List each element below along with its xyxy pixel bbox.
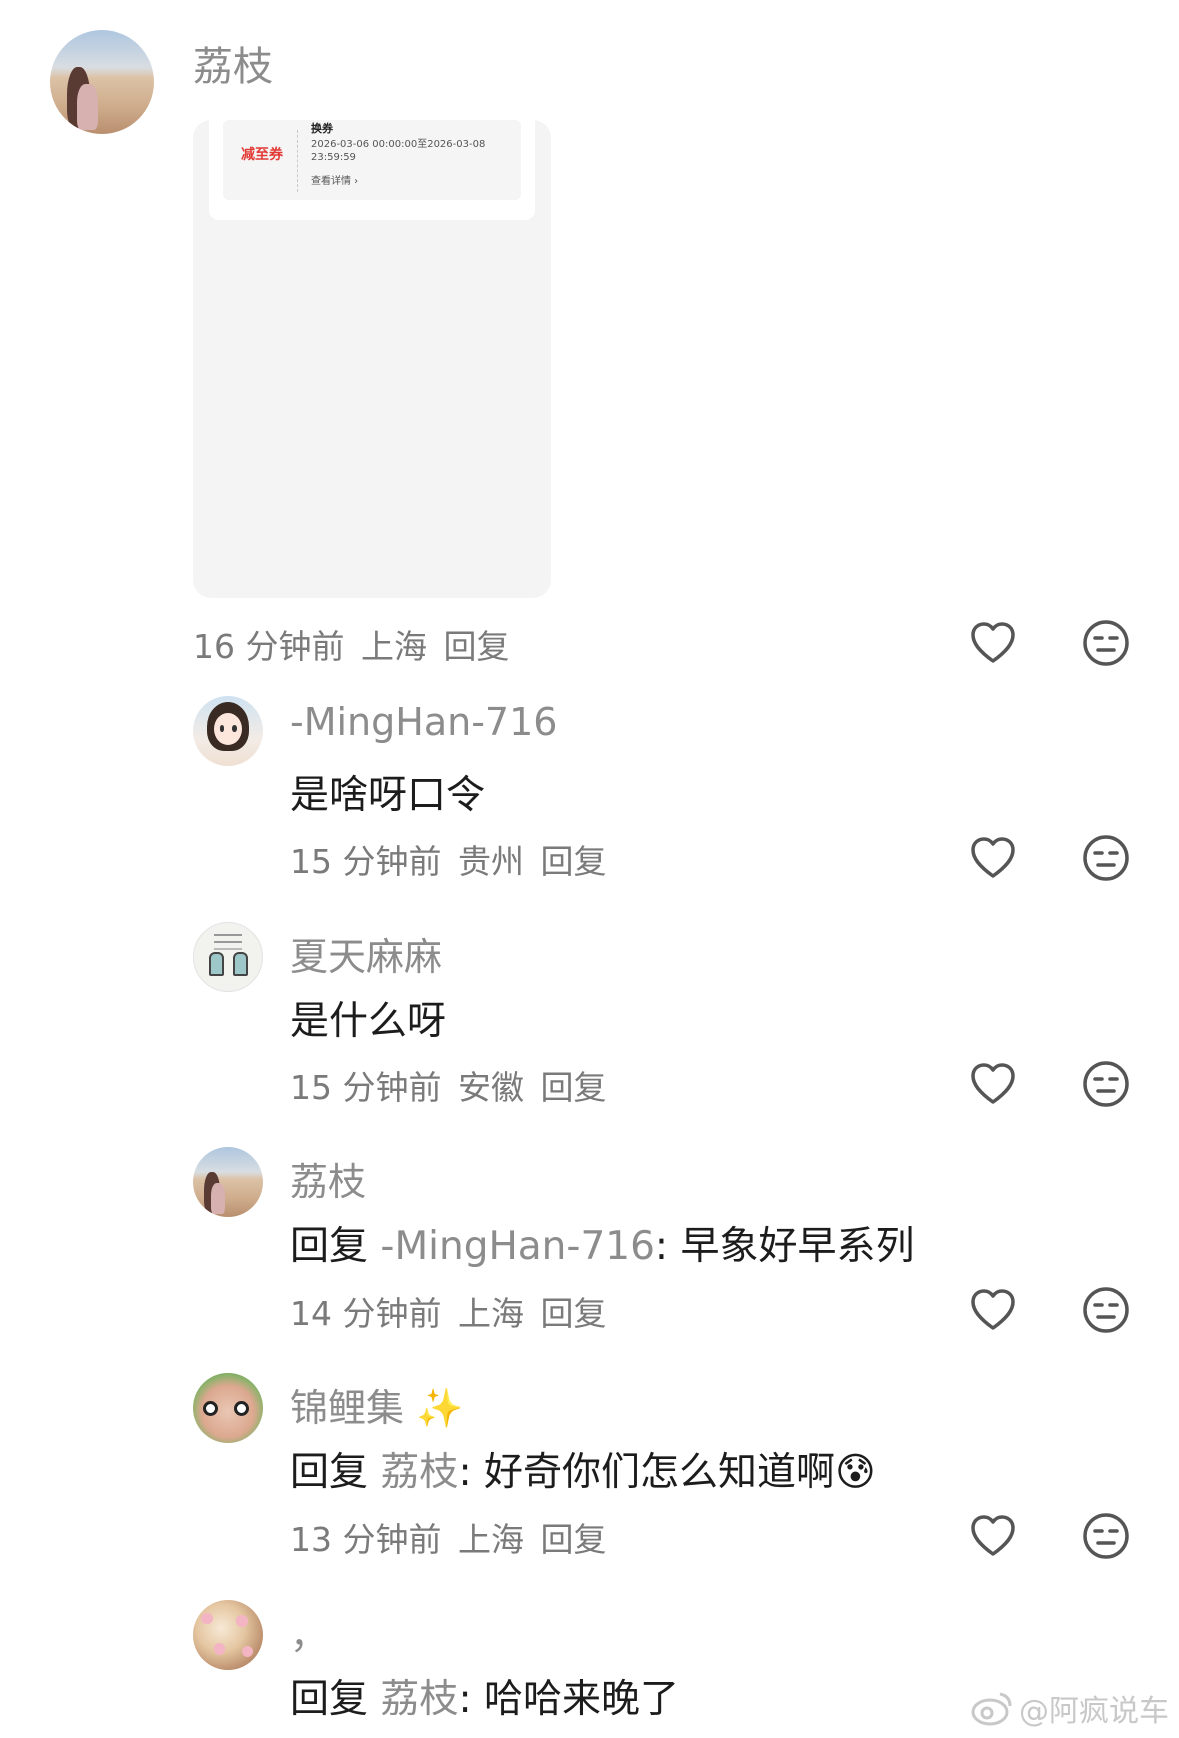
watermark: @阿疯说车 [1019,1694,1169,1729]
avatar[interactable] [193,1147,263,1217]
comment-location: 贵州 [457,842,524,881]
comment-location: 上海 [360,627,427,666]
comment-time: 14 分钟前 [290,1294,442,1333]
comment-author[interactable]: 荔枝 [193,34,273,92]
reply-body: : 哈哈来晚了 [458,1677,679,1722]
neutral-face-icon[interactable] [1082,1512,1130,1560]
comment-text: 回复 荔枝: 哈哈来晚了 [290,1668,679,1724]
heart-outline-icon[interactable] [969,836,1017,880]
comment-time: 16 分钟前 [193,627,345,666]
avatar[interactable] [50,30,154,134]
sparkles-icon: ✨ [416,1386,464,1430]
comment-text: 是什么呀 [290,999,447,1044]
comment-text: 是啥呀口令 [290,773,486,818]
comment-author[interactable]: 夏天麻麻 [290,926,442,981]
coupon-card: 减至券 换券 2026-03-06 00:00:00至2026-03-08 23… [209,120,535,220]
heart-outline-icon[interactable] [969,1288,1017,1332]
neutral-face-icon[interactable] [1082,1060,1130,1108]
comment-author[interactable]: ， [290,1604,328,1659]
avatar[interactable] [193,1600,263,1670]
avatar[interactable] [193,1373,263,1443]
avatar[interactable] [193,922,263,992]
comment-meta: 14 分钟前 上海 回复 [290,1287,606,1335]
reply-button[interactable]: 回复 [443,627,509,666]
comment-location: 安徽 [457,1068,524,1107]
neutral-face-icon[interactable] [1082,834,1130,882]
avatar[interactable] [193,696,263,766]
reply-button[interactable]: 回复 [540,1068,606,1107]
comment-location: 上海 [457,1520,524,1559]
mention-link[interactable]: 荔枝 [380,1450,458,1495]
coupon-detail-link: 查看详情 › [311,176,359,187]
reply-prefix: 回复 [290,1224,369,1269]
comment-meta: 13 分钟前 上海 回复 [290,1513,606,1561]
comment-author[interactable]: 荔枝 [290,1151,366,1206]
heart-outline-icon[interactable] [969,1514,1017,1558]
comment-text: 回复 -MingHan-716: 早象好早系列 [290,1215,914,1271]
coupon-tag: 减至券 [241,147,283,163]
coupon-period: 2026-03-06 00:00:00至2026-03-08 23:59:59 [311,139,486,163]
reply-prefix: 回复 [290,1450,369,1495]
neutral-face-icon[interactable] [1082,1286,1130,1334]
comment-time: 15 分钟前 [290,1068,442,1107]
coupon-title: 换券 [311,122,333,135]
reply-body: : 早象好早系列 [654,1224,915,1269]
comment-author[interactable]: 锦鲤集 ✨ [290,1377,463,1432]
mention-link[interactable]: 荔枝 [380,1677,458,1722]
reply-button[interactable]: 回复 [540,842,606,881]
comment-meta: 16 分钟前 上海 回复 [193,620,509,668]
heart-outline-icon[interactable] [969,1062,1017,1106]
comment-image[interactable]: 减至券 换券 2026-03-06 00:00:00至2026-03-08 23… [193,120,551,598]
comment-meta: 15 分钟前 安徽 回复 [290,1061,606,1109]
comment-text: 回复 荔枝: 好奇你们怎么知道啊😰 [290,1441,876,1497]
reply-button[interactable]: 回复 [540,1520,606,1559]
neutral-face-icon[interactable] [1082,619,1130,667]
reply-button[interactable]: 回复 [540,1294,606,1333]
weibo-logo-icon [970,1690,1014,1730]
comment-author[interactable]: -MingHan-716 [290,700,557,744]
reply-prefix: 回复 [290,1677,369,1722]
author-name: 锦鲤集 [290,1386,405,1430]
comment-location: 上海 [457,1294,524,1333]
heart-outline-icon[interactable] [969,621,1017,665]
comment-meta: 15 分钟前 贵州 回复 [290,835,606,883]
comment-time: 13 分钟前 [290,1520,442,1559]
sweat-emoji-icon: 😰 [834,1450,876,1495]
mention-link[interactable]: -MingHan-716 [380,1224,655,1269]
comment-time: 15 分钟前 [290,842,442,881]
reply-body: : 好奇你们怎么知道啊 [458,1450,835,1495]
